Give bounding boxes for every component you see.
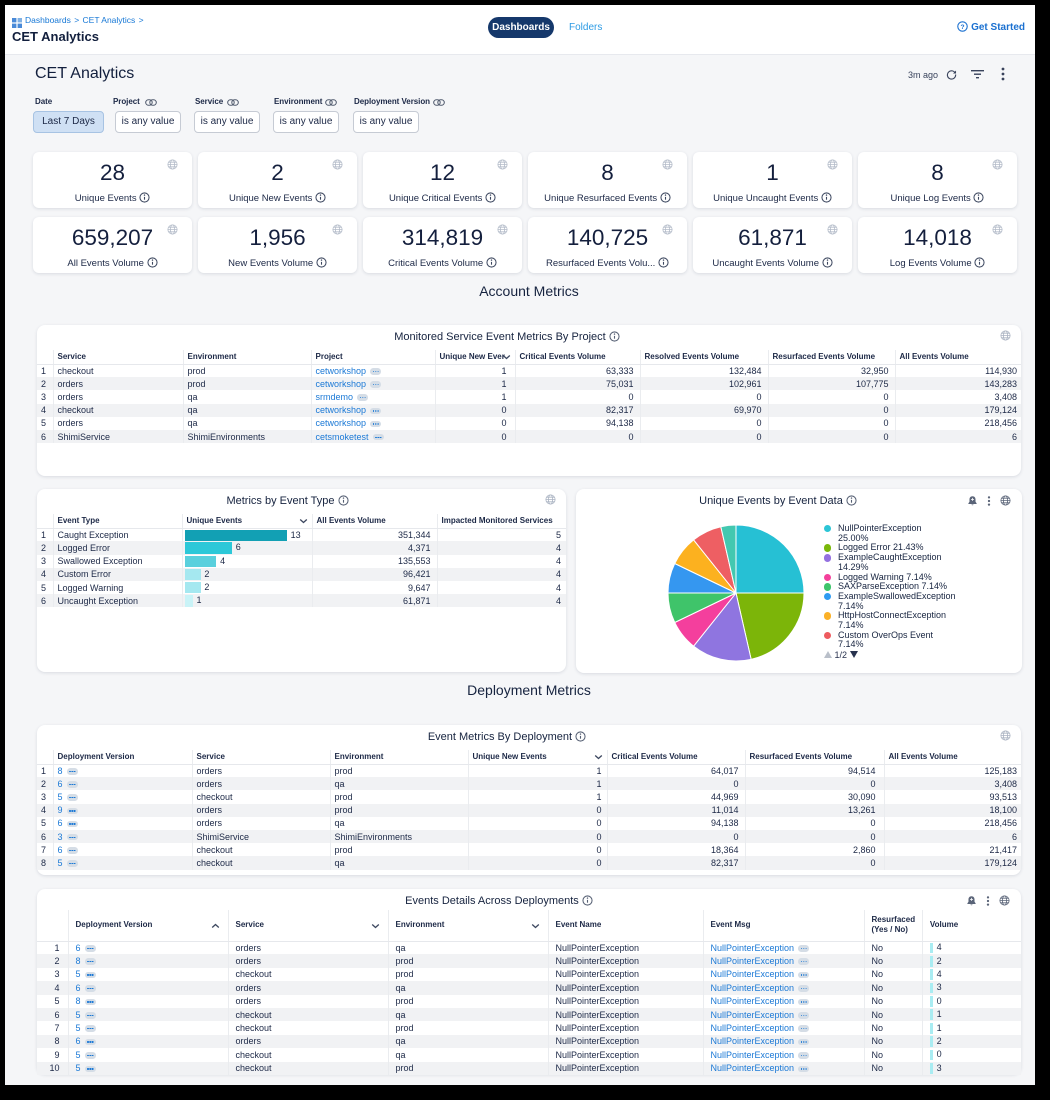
svg-text:?: ? xyxy=(961,24,965,31)
